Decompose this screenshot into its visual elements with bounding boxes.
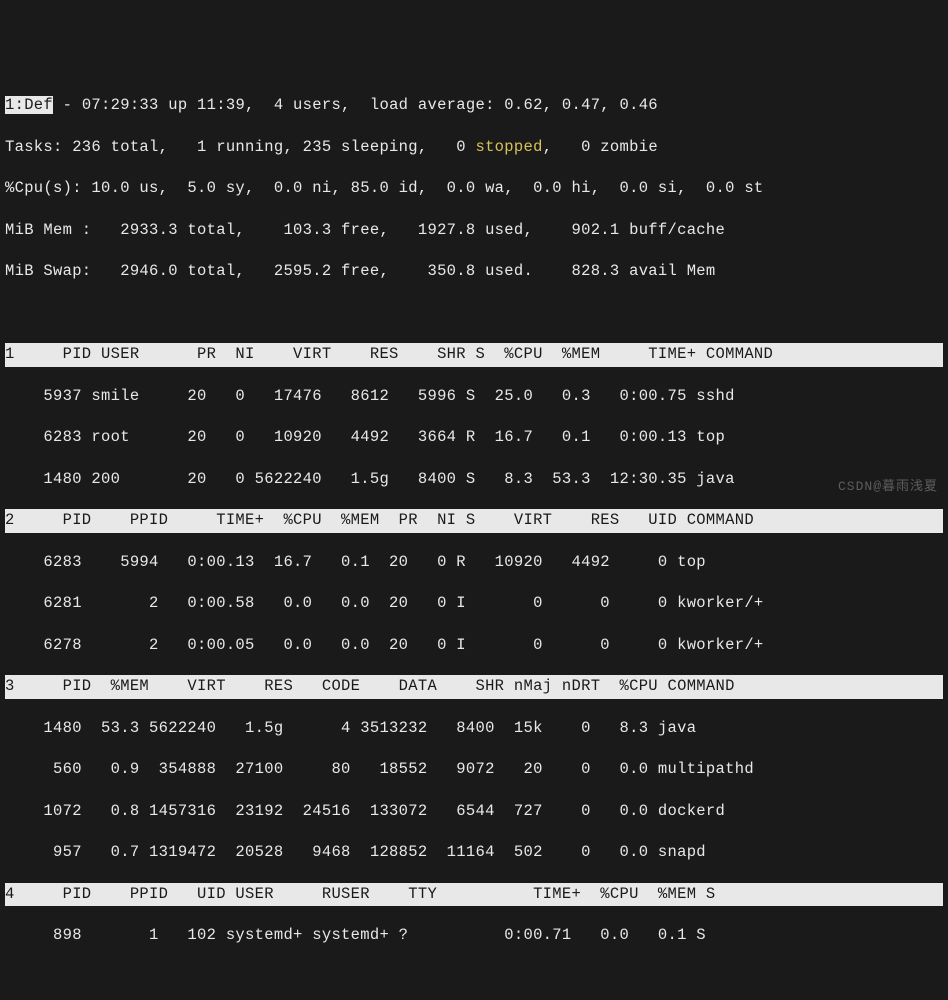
process-row[interactable]: 5937 smile 20 0 17476 8612 5996 S 25.0 0… (5, 385, 943, 409)
tasks-line: Tasks: 236 total, 1 running, 235 sleepin… (5, 136, 943, 160)
uptime-line: 1:Def - 07:29:33 up 11:39, 4 users, load… (5, 94, 943, 118)
stopped-label: stopped (475, 138, 542, 156)
watermark: CSDN@暮雨浅夏 (838, 475, 938, 494)
process-row[interactable]: 957 0.7 1319472 20528 9468 128852 11164 … (5, 841, 943, 865)
process-row[interactable]: 6283 5994 0:00.13 16.7 0.1 20 0 R 10920 … (5, 551, 943, 575)
process-row[interactable]: 6283 root 20 0 10920 4492 3664 R 16.7 0.… (5, 426, 943, 450)
pane1-header: 1 PID USER PR NI VIRT RES SHR S %CPU %ME… (5, 343, 943, 367)
process-row[interactable]: 898 1 102 systemd+ systemd+ ? 0:00.71 0.… (5, 924, 943, 948)
pane3-header: 3 PID %MEM VIRT RES CODE DATA SHR nMaj n… (5, 675, 943, 699)
process-row[interactable]: 1072 0.8 1457316 23192 24516 133072 6544… (5, 800, 943, 824)
mem-line: MiB Mem : 2933.3 total, 103.3 free, 1927… (5, 219, 943, 243)
pane4-header: 4 PID PPID UID USER RUSER TTY TIME+ %CPU… (5, 883, 943, 907)
process-row[interactable]: 560 0.9 354888 27100 80 18552 9072 20 0 … (5, 758, 943, 782)
terminal-top-output: 1:Def - 07:29:33 up 11:39, 4 users, load… (0, 72, 948, 970)
blank-line (5, 302, 943, 326)
uptime-text: - 07:29:33 up 11:39, 4 users, load avera… (53, 96, 658, 114)
process-row[interactable]: 1480 200 20 0 5622240 1.5g 8400 S 8.3 53… (5, 468, 943, 492)
window-label: 1:Def (5, 96, 53, 114)
process-row[interactable]: 6278 2 0:00.05 0.0 0.0 20 0 I 0 0 0 kwor… (5, 634, 943, 658)
cpu-line: %Cpu(s): 10.0 us, 5.0 sy, 0.0 ni, 85.0 i… (5, 177, 943, 201)
pane2-header: 2 PID PPID TIME+ %CPU %MEM PR NI S VIRT … (5, 509, 943, 533)
process-row[interactable]: 1480 53.3 5622240 1.5g 4 3513232 8400 15… (5, 717, 943, 741)
process-row[interactable]: 6281 2 0:00.58 0.0 0.0 20 0 I 0 0 0 kwor… (5, 592, 943, 616)
swap-line: MiB Swap: 2946.0 total, 2595.2 free, 350… (5, 260, 943, 284)
